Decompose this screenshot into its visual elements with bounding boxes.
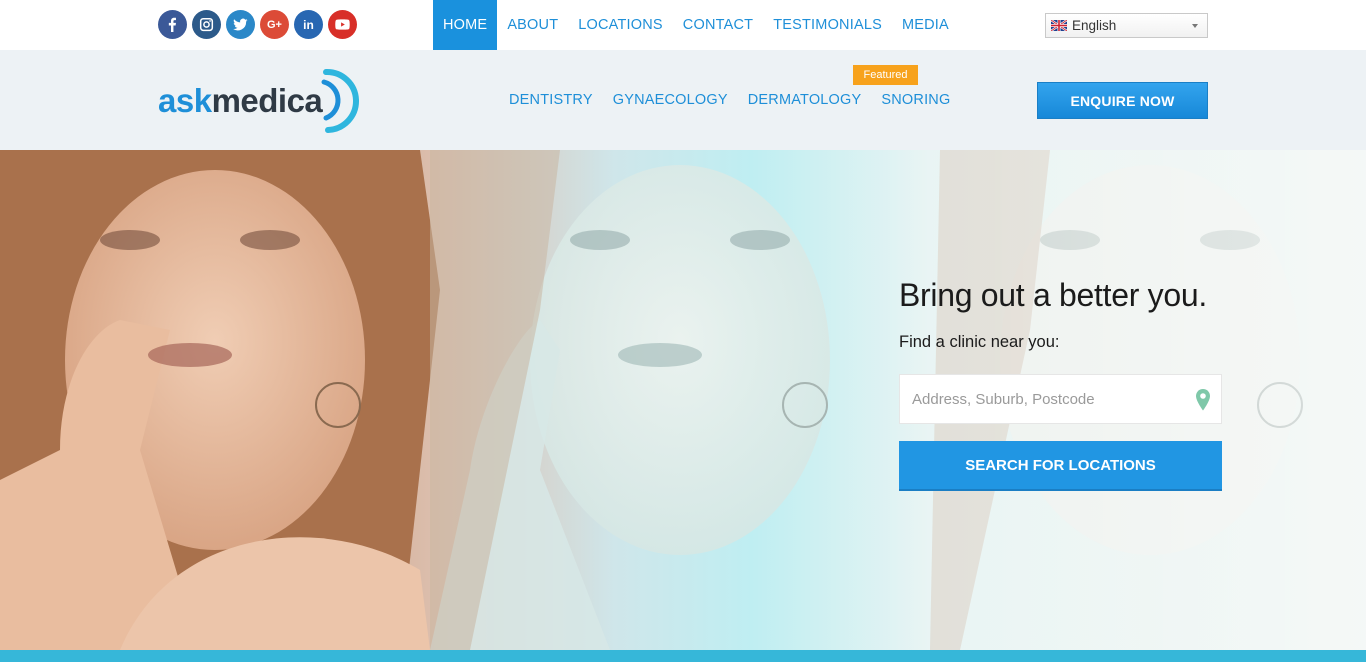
language-label: English xyxy=(1072,18,1117,33)
nav-locations[interactable]: LOCATIONS xyxy=(568,0,673,50)
nav-contact[interactable]: CONTACT xyxy=(673,0,763,50)
logo-wordmark: askmedica xyxy=(158,82,323,120)
google-plus-icon[interactable]: G+ xyxy=(260,10,289,39)
main-header: askmedica DENTISTRY GYNAECOLOGY DERMATOL… xyxy=(0,50,1366,150)
chevron-down-icon xyxy=(1192,24,1198,28)
logo-part-medica: medica xyxy=(211,82,323,119)
nav-media[interactable]: MEDIA xyxy=(892,0,959,50)
social-links: G+ in xyxy=(158,10,357,39)
nav-testimonials[interactable]: TESTIMONIALS xyxy=(763,0,892,50)
featured-badge: Featured xyxy=(853,65,918,85)
nav-about[interactable]: ABOUT xyxy=(497,0,568,50)
youtube-icon[interactable] xyxy=(328,10,357,39)
nav-dermatology[interactable]: DERMATOLOGY xyxy=(738,50,872,150)
twitter-icon[interactable] xyxy=(226,10,255,39)
linkedin-icon[interactable]: in xyxy=(294,10,323,39)
language-select[interactable]: English xyxy=(1045,13,1208,38)
bottom-accent-strip xyxy=(0,650,1366,662)
search-locations-button[interactable]: SEARCH FOR LOCATIONS xyxy=(899,441,1222,491)
nav-dentistry[interactable]: DENTISTRY xyxy=(499,50,603,150)
map-pin-icon[interactable] xyxy=(1195,388,1211,412)
logo-part-ask: ask xyxy=(158,82,212,119)
askmedica-logo[interactable]: askmedica xyxy=(158,68,363,134)
enquire-now-button[interactable]: ENQUIRE NOW xyxy=(1037,82,1208,119)
facebook-icon[interactable] xyxy=(158,10,187,39)
search-placeholder: Address, Suburb, Postcode xyxy=(912,390,1095,408)
instagram-icon[interactable] xyxy=(192,10,221,39)
top-bar: G+ in HOME ABOUT LOCATIONS CONTACT TESTI… xyxy=(0,0,1366,50)
hero-title: Bring out a better you. xyxy=(899,277,1207,313)
top-navigation: HOME ABOUT LOCATIONS CONTACT TESTIMONIAL… xyxy=(433,0,959,50)
location-search-input[interactable]: Address, Suburb, Postcode xyxy=(899,374,1222,424)
nav-home[interactable]: HOME xyxy=(433,0,498,50)
hero-banner: Bring out a better you. Find a clinic ne… xyxy=(0,150,1366,650)
uk-flag-icon xyxy=(1051,20,1067,31)
nav-gynaecology[interactable]: GYNAECOLOGY xyxy=(603,50,738,150)
hero-subtitle: Find a clinic near you: xyxy=(899,333,1060,351)
logo-swoosh-icon xyxy=(321,68,359,133)
